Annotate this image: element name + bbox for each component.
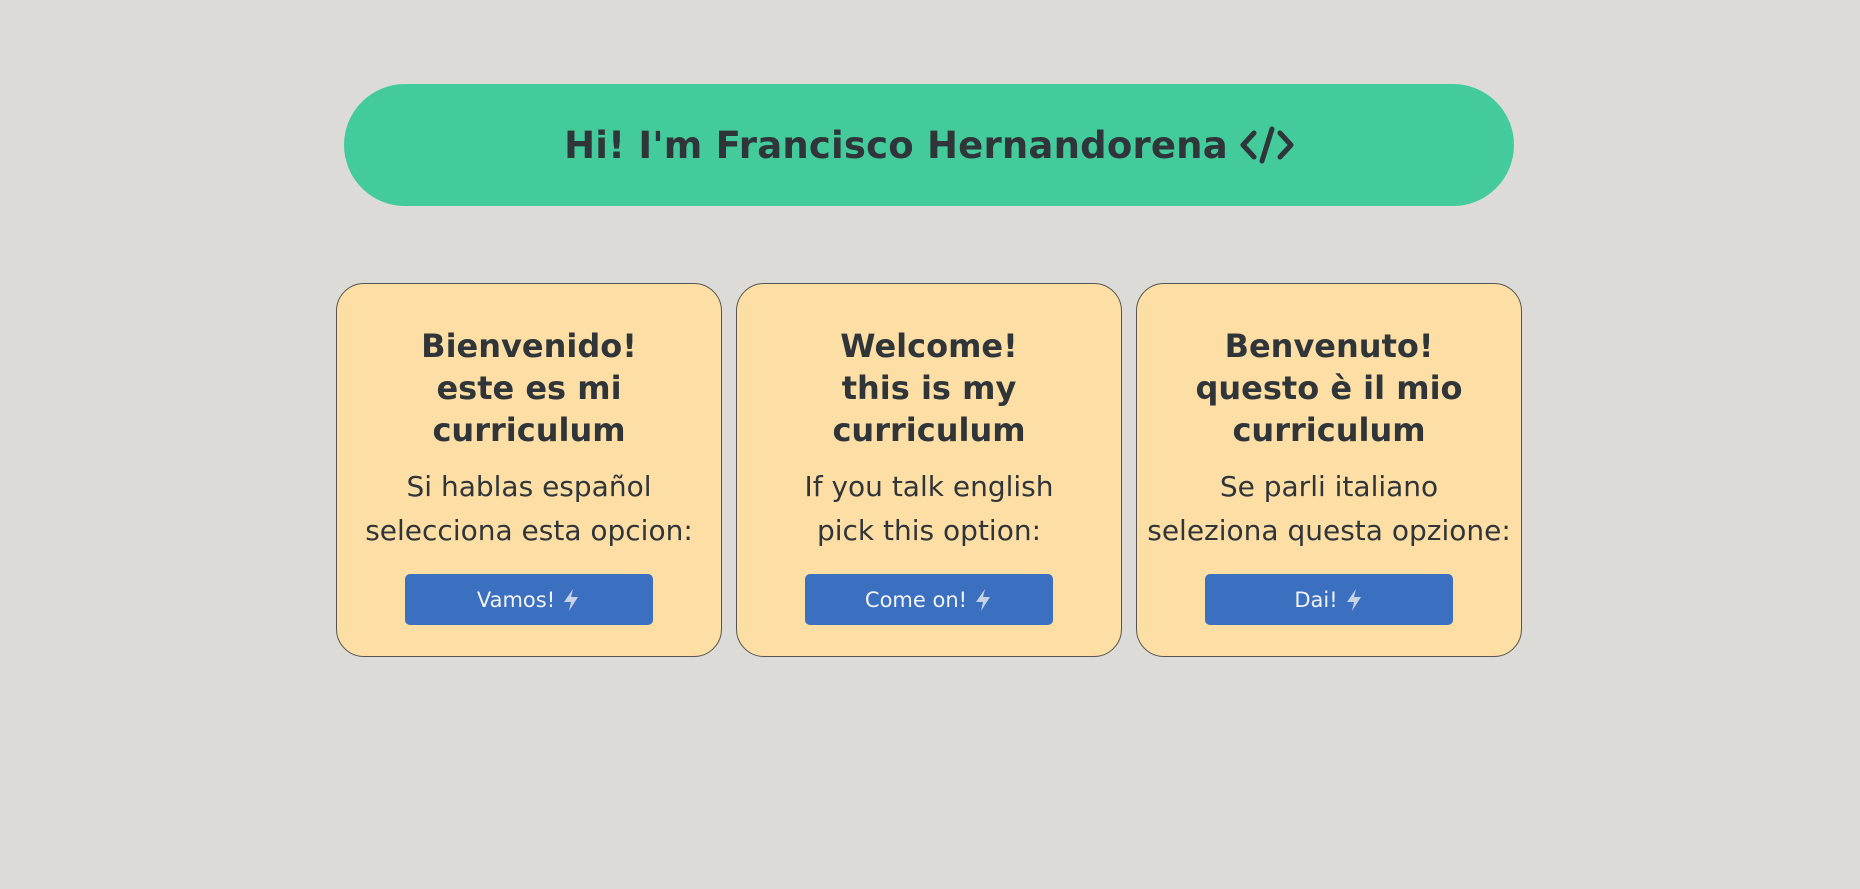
header-banner: Hi! I'm Francisco Hernandorena — [344, 84, 1514, 206]
card-english: Welcome! this is my curriculum If you ta… — [736, 283, 1122, 657]
lightning-icon — [561, 588, 581, 612]
card-spanish: Bienvenido! este es mi curriculum Si hab… — [336, 283, 722, 657]
card-title: Bienvenido! este es mi curriculum — [421, 327, 637, 449]
card-description: If you talk english pick this option: — [804, 470, 1054, 547]
come-on-button[interactable]: Come on! — [805, 574, 1053, 625]
button-label: Come on! — [864, 587, 968, 612]
code-icon — [1240, 125, 1294, 165]
card-title: Benvenuto! questo è il mio curriculum — [1195, 327, 1463, 449]
card-title: Welcome! this is my curriculum — [832, 327, 1026, 449]
page-title: Hi! I'm Francisco Hernandorena — [564, 124, 1294, 167]
page-title-text: Hi! I'm Francisco Hernandorena — [564, 123, 1228, 167]
button-label: Dai! — [1294, 587, 1338, 612]
card-italian: Benvenuto! questo è il mio curriculum Se… — [1136, 283, 1522, 657]
language-cards: Bienvenido! este es mi curriculum Si hab… — [336, 283, 1522, 657]
card-description: Si hablas español selecciona esta opcion… — [365, 470, 693, 547]
button-label: Vamos! — [476, 587, 556, 612]
dai-button[interactable]: Dai! — [1205, 574, 1453, 625]
vamos-button[interactable]: Vamos! — [405, 574, 653, 625]
lightning-icon — [973, 588, 993, 612]
lightning-icon — [1344, 588, 1364, 612]
card-description: Se parli italiano seleziona questa opzio… — [1147, 470, 1511, 547]
